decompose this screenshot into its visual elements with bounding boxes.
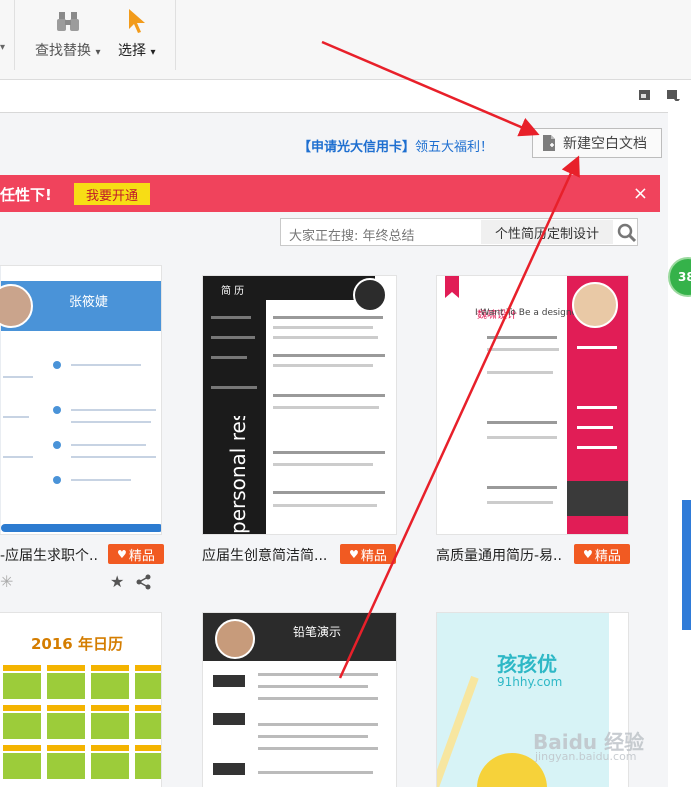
arrow-to-new-doc [321, 40, 540, 137]
arrow-from-template [338, 155, 580, 679]
annotation-arrows [321, 40, 580, 679]
